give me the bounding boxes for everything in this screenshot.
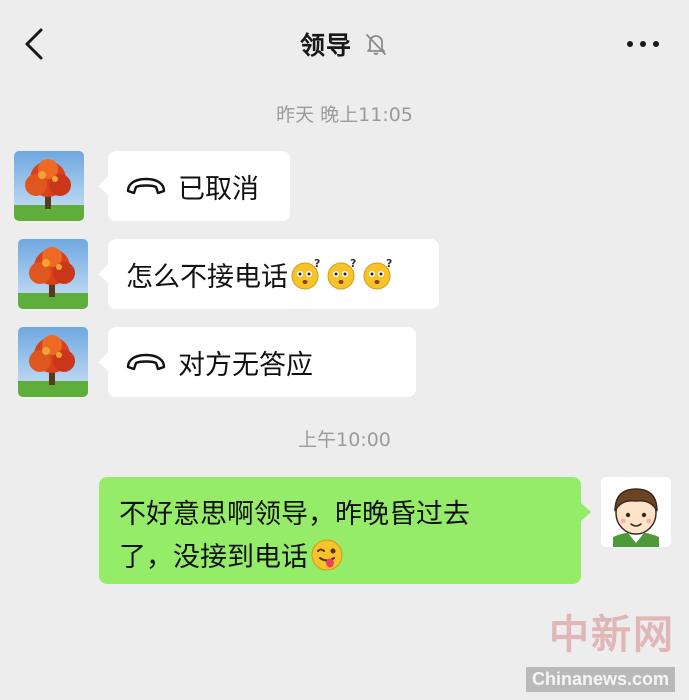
timestamp-yesterday: 昨天 晚上11:05: [276, 104, 413, 126]
tree-avatar-image: [18, 239, 88, 309]
phone-hangup-icon: [126, 353, 166, 371]
chat-title: 领导: [299, 31, 352, 60]
message-text: 怎么不接电话: [126, 261, 288, 293]
bell-off-icon: [366, 34, 386, 55]
confused-emoji: ?: [291, 257, 320, 290]
message-bubble-reply[interactable]: 不好意思啊领导，昨晚昏过去 了，没接到电话: [99, 477, 591, 584]
message-bubble-call-no-answer[interactable]: 对方无答应: [98, 327, 416, 397]
svg-text:?: ?: [314, 257, 320, 270]
message-line-2: 了，没接到电话: [119, 542, 308, 573]
timestamp-morning: 上午10:00: [298, 429, 391, 451]
tongue-wink-emoji: [311, 539, 343, 571]
chat-screen: 领导 昨天 晚上11:05 已取消 怎么不接电话 ? ? ? 对方无答应 上午1…: [0, 0, 689, 700]
message-bubble-call-cancelled[interactable]: 已取消: [98, 151, 290, 221]
svg-text:?: ?: [350, 257, 356, 270]
watermark-logo: 中新网: [549, 611, 675, 658]
tree-avatar-image: [14, 151, 84, 221]
phone-hangup-icon: [126, 177, 166, 195]
tree-avatar-image: [18, 327, 88, 397]
contact-avatar[interactable]: [18, 239, 88, 309]
chat-header: 领导: [0, 0, 689, 88]
svg-text:?: ?: [386, 257, 392, 270]
my-avatar[interactable]: [601, 477, 671, 547]
ellipsis-icon: [627, 41, 659, 47]
message-line-2-row: 了，没接到电话: [119, 536, 563, 579]
message-bubble-why-no-answer[interactable]: 怎么不接电话 ? ? ?: [98, 239, 439, 309]
confused-emoji: ?: [327, 257, 356, 290]
watermark-url: Chinanews.com: [525, 667, 675, 692]
more-button[interactable]: [625, 34, 661, 54]
cartoon-boy-avatar-image: [601, 477, 671, 547]
contact-avatar[interactable]: [18, 327, 88, 397]
message-text: 对方无答应: [178, 349, 313, 381]
title-area: 领导: [0, 26, 689, 62]
contact-avatar[interactable]: [14, 151, 84, 221]
message-line-1: 不好意思啊领导，昨晚昏过去: [119, 499, 470, 530]
message-text: 已取消: [178, 173, 259, 205]
confused-emoji: ?: [363, 257, 392, 290]
